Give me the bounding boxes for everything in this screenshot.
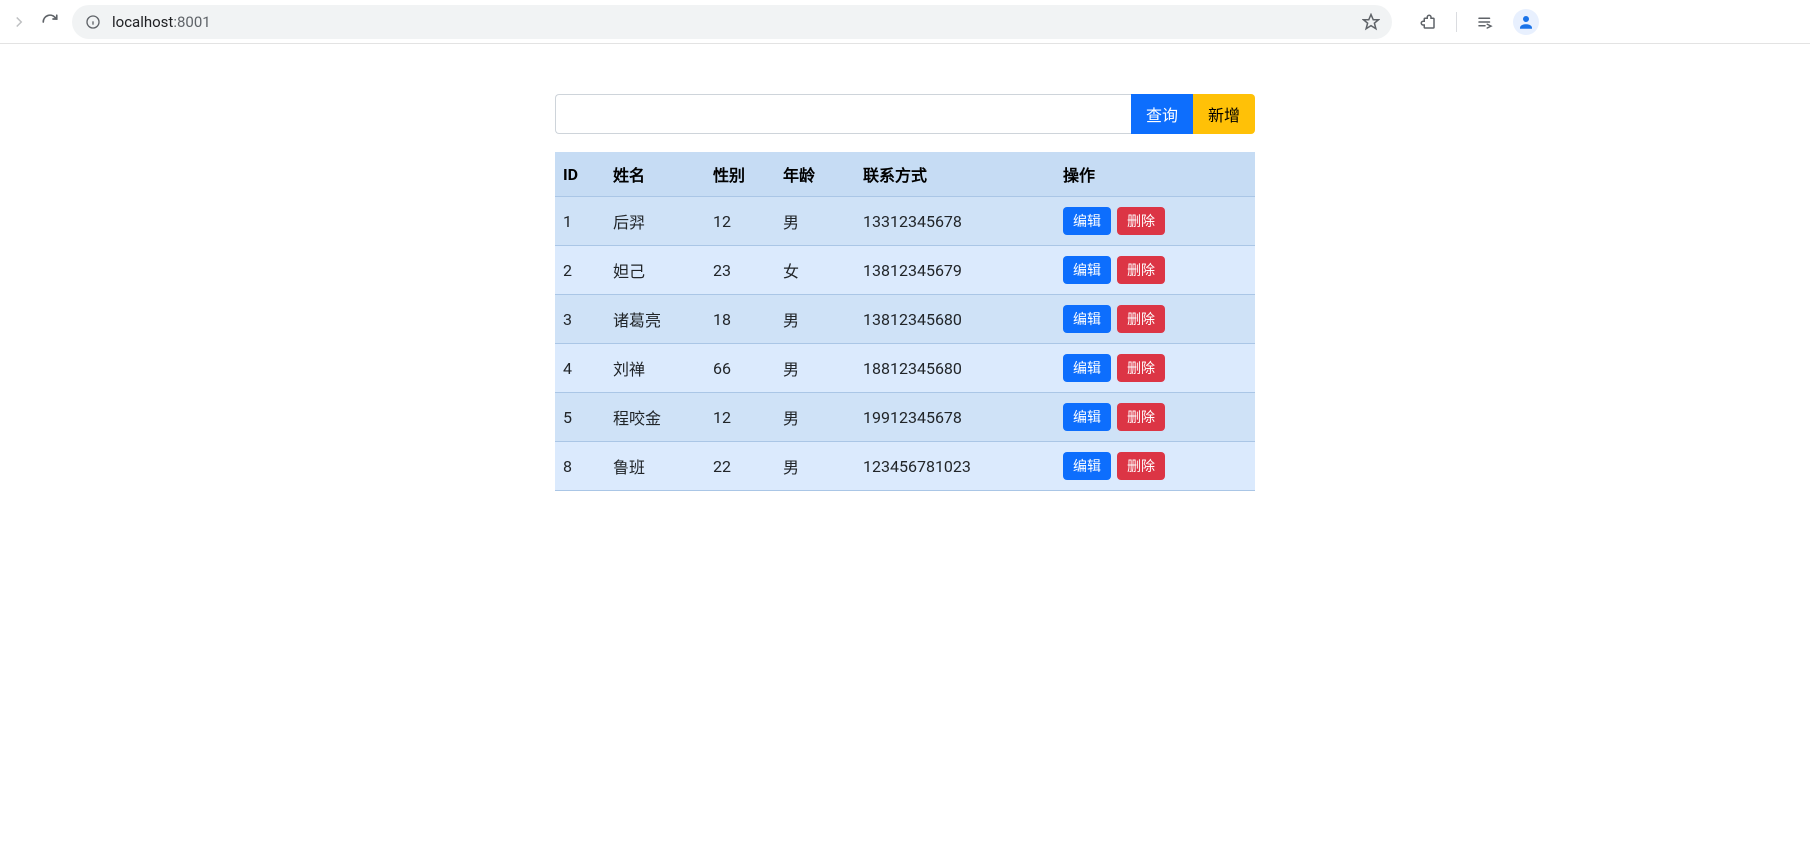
table-header: ID 姓名 性别 年龄 联系方式 操作 (555, 152, 1255, 197)
cell-name: 刘禅 (605, 344, 705, 393)
browser-toolbar: localhost:8001 (0, 0, 1810, 44)
col-actions-header: 操作 (1055, 152, 1255, 197)
reload-button[interactable] (40, 12, 60, 32)
url-host: localhost (112, 13, 173, 31)
col-age-header: 年龄 (775, 152, 855, 197)
toolbar-separator (1456, 12, 1457, 32)
edit-button[interactable]: 编辑 (1063, 305, 1111, 333)
cell-actions: 编辑删除 (1055, 246, 1255, 295)
table-row: 3诸葛亮18男13812345680编辑删除 (555, 295, 1255, 344)
cell-name: 鲁班 (605, 442, 705, 491)
url-text: localhost:8001 (112, 13, 211, 31)
edit-button[interactable]: 编辑 (1063, 452, 1111, 480)
cell-id: 1 (555, 197, 605, 246)
delete-button[interactable]: 删除 (1117, 403, 1165, 431)
address-bar[interactable]: localhost:8001 (72, 5, 1392, 39)
browser-toolbar-actions (1404, 9, 1545, 35)
cell-gender: 22 (705, 442, 775, 491)
cell-actions: 编辑删除 (1055, 344, 1255, 393)
cell-id: 8 (555, 442, 605, 491)
table-row: 1后羿12男13312345678编辑删除 (555, 197, 1255, 246)
forward-button[interactable] (10, 13, 28, 31)
cell-age: 男 (775, 344, 855, 393)
bookmark-star-icon[interactable] (1362, 13, 1380, 31)
data-table: ID 姓名 性别 年龄 联系方式 操作 1后羿12男13312345678编辑删… (555, 152, 1255, 491)
cell-name: 妲己 (605, 246, 705, 295)
cell-name: 程咬金 (605, 393, 705, 442)
cell-id: 4 (555, 344, 605, 393)
cell-gender: 23 (705, 246, 775, 295)
table-row: 5程咬金12男19912345678编辑删除 (555, 393, 1255, 442)
cell-id: 3 (555, 295, 605, 344)
cell-age: 男 (775, 295, 855, 344)
edit-button[interactable]: 编辑 (1063, 256, 1111, 284)
cell-actions: 编辑删除 (1055, 295, 1255, 344)
cell-age: 男 (775, 197, 855, 246)
cell-name: 后羿 (605, 197, 705, 246)
table-row: 8鲁班22男123456781023编辑删除 (555, 442, 1255, 491)
edit-button[interactable]: 编辑 (1063, 207, 1111, 235)
col-id-header: ID (555, 152, 605, 197)
col-gender-header: 性别 (705, 152, 775, 197)
cell-id: 2 (555, 246, 605, 295)
cell-name: 诸葛亮 (605, 295, 705, 344)
edit-button[interactable]: 编辑 (1063, 354, 1111, 382)
cell-age: 女 (775, 246, 855, 295)
cell-contact: 123456781023 (855, 442, 1055, 491)
cell-gender: 18 (705, 295, 775, 344)
table-row: 2妲己23女13812345679编辑删除 (555, 246, 1255, 295)
delete-button[interactable]: 删除 (1117, 452, 1165, 480)
table-row: 4刘禅66男18812345680编辑删除 (555, 344, 1255, 393)
page-content: 查询 新增 ID 姓名 性别 年龄 联系方式 操作 1后羿12男13312345… (0, 44, 1810, 491)
extensions-icon[interactable] (1418, 12, 1438, 32)
main-container: 查询 新增 ID 姓名 性别 年龄 联系方式 操作 1后羿12男13312345… (555, 94, 1255, 491)
cell-actions: 编辑删除 (1055, 197, 1255, 246)
cell-gender: 66 (705, 344, 775, 393)
cell-gender: 12 (705, 393, 775, 442)
cell-contact: 18812345680 (855, 344, 1055, 393)
col-name-header: 姓名 (605, 152, 705, 197)
cell-actions: 编辑删除 (1055, 393, 1255, 442)
cell-contact: 19912345678 (855, 393, 1055, 442)
cell-gender: 12 (705, 197, 775, 246)
search-bar: 查询 新增 (555, 94, 1255, 134)
cell-actions: 编辑删除 (1055, 442, 1255, 491)
cell-age: 男 (775, 442, 855, 491)
site-info-icon[interactable] (84, 13, 102, 31)
cell-id: 5 (555, 393, 605, 442)
col-contact-header: 联系方式 (855, 152, 1055, 197)
cell-age: 男 (775, 393, 855, 442)
cell-contact: 13812345679 (855, 246, 1055, 295)
delete-button[interactable]: 删除 (1117, 207, 1165, 235)
cell-contact: 13312345678 (855, 197, 1055, 246)
edit-button[interactable]: 编辑 (1063, 403, 1111, 431)
url-path: :8001 (173, 13, 210, 31)
delete-button[interactable]: 删除 (1117, 305, 1165, 333)
delete-button[interactable]: 删除 (1117, 256, 1165, 284)
cell-contact: 13812345680 (855, 295, 1055, 344)
profile-avatar[interactable] (1513, 9, 1539, 35)
table-body: 1后羿12男13312345678编辑删除2妲己23女13812345679编辑… (555, 197, 1255, 491)
media-control-icon[interactable] (1475, 12, 1495, 32)
search-input[interactable] (555, 94, 1131, 134)
query-button[interactable]: 查询 (1131, 94, 1193, 134)
add-button[interactable]: 新增 (1193, 94, 1255, 134)
delete-button[interactable]: 删除 (1117, 354, 1165, 382)
